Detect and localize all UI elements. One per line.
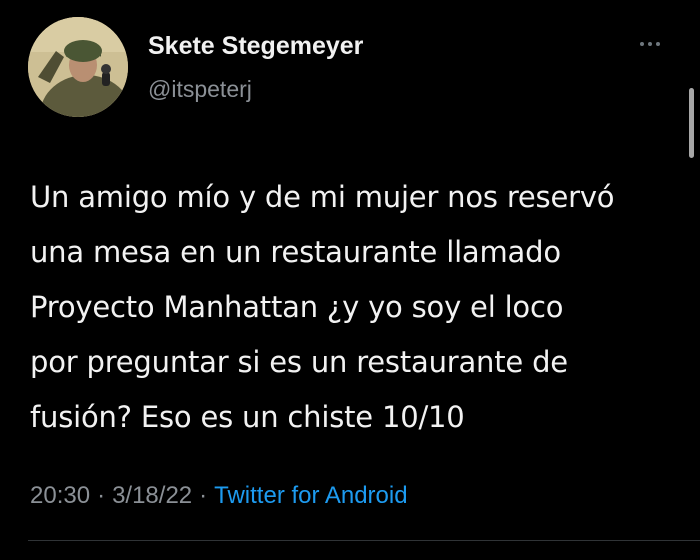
- dot: [640, 42, 644, 46]
- dot: [656, 42, 660, 46]
- tweet-text-line: una mesa en un restaurante llamado: [30, 235, 561, 269]
- scrollbar-thumb[interactable]: [689, 88, 694, 158]
- tweet-text: Un amigo mío y de mi mujer nos reservó u…: [30, 170, 680, 445]
- tweet-date[interactable]: 3/18/22: [112, 482, 192, 509]
- tweet-text-line: Un amigo mío y de mi mujer nos reservó: [30, 180, 615, 214]
- tweet-text-line: por preguntar si es un restaurante de: [30, 345, 568, 379]
- display-name[interactable]: Skete Stegemeyer: [148, 32, 363, 61]
- more-options-icon[interactable]: [630, 32, 670, 56]
- dot: [648, 42, 652, 46]
- avatar-image: [28, 17, 128, 117]
- tweet-text-line: fusión? Eso es un chiste 10/10: [30, 400, 465, 434]
- tweet-text-line: Proyecto Manhattan ¿y yo soy el loco: [30, 290, 564, 324]
- tweet-metadata: 20:30 · 3/18/22 · Twitter for Android: [30, 482, 408, 510]
- divider: [28, 540, 700, 541]
- tweet-card: Skete Stegemeyer @itspeterj Un amigo mío…: [0, 0, 700, 560]
- tweet-time[interactable]: 20:30: [30, 482, 90, 509]
- separator: ·: [97, 482, 106, 509]
- tweet-source-link[interactable]: Twitter for Android: [214, 482, 407, 509]
- separator: ·: [199, 482, 208, 509]
- avatar[interactable]: [28, 17, 128, 117]
- username-handle[interactable]: @itspeterj: [148, 76, 252, 103]
